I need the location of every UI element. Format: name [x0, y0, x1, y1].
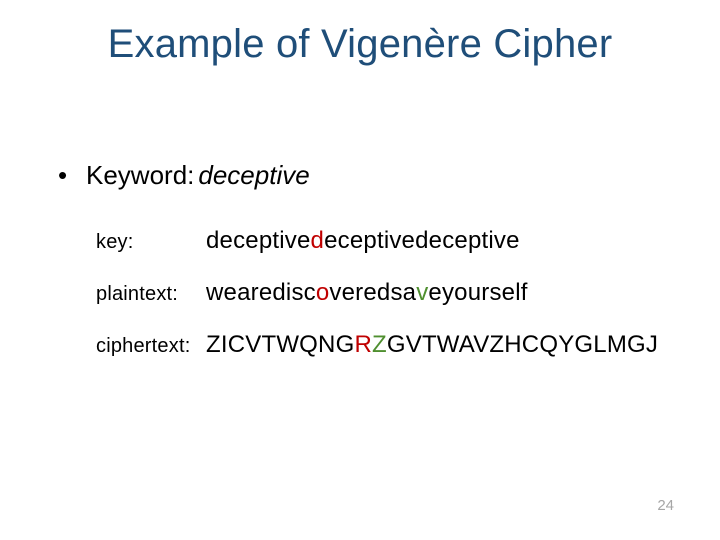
slide: Example of Vigenère Cipher • Keyword: de…	[0, 0, 720, 540]
keyword-bullet: • Keyword: deceptive	[58, 160, 680, 191]
ciphertext-row: ciphertext: ZICVTWQNGRZGVTWAVZHCQYGLMGJ	[96, 331, 680, 359]
plaintext-row: plaintext: wearediscoveredsaveyourself	[96, 279, 680, 307]
slide-body: • Keyword: deceptive key: deceptivedecep…	[58, 160, 680, 383]
bullet-dot-icon: •	[58, 160, 86, 191]
plaintext-row-label: plaintext:	[96, 283, 206, 306]
keyword-value: deceptive	[198, 160, 309, 191]
cipher-rows: key: deceptivedeceptivedeceptive plainte…	[96, 227, 680, 359]
slide-title: Example of Vigenère Cipher	[0, 22, 720, 67]
key-row-label: key:	[96, 231, 206, 254]
ciphertext-row-value: ZICVTWQNGRZGVTWAVZHCQYGLMGJ	[206, 331, 658, 359]
keyword-label: Keyword:	[86, 160, 194, 191]
page-number: 24	[657, 497, 674, 514]
key-row-value: deceptivedeceptivedeceptive	[206, 227, 520, 255]
plaintext-row-value: wearediscoveredsaveyourself	[206, 279, 528, 307]
key-row: key: deceptivedeceptivedeceptive	[96, 227, 680, 255]
ciphertext-row-label: ciphertext:	[96, 335, 206, 358]
